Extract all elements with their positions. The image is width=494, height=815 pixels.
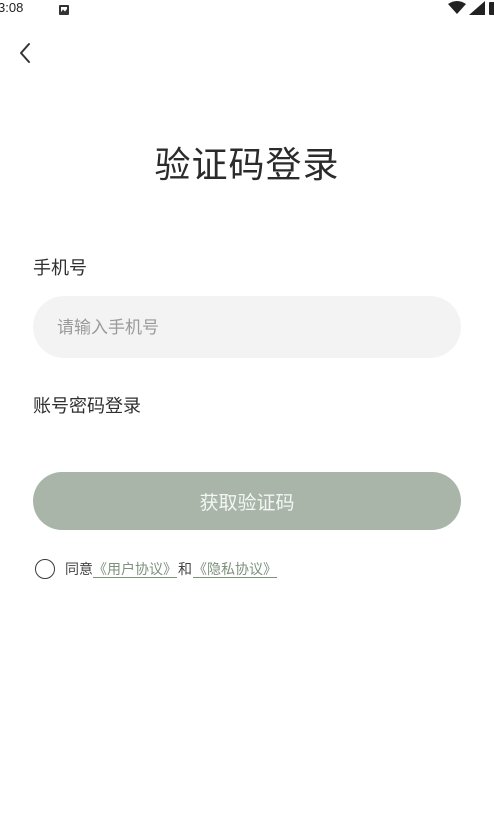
wifi-icon (448, 0, 466, 19)
status-icons (448, 0, 494, 15)
signal-icon (469, 0, 485, 19)
status-time: 3:08 (0, 0, 24, 15)
password-login-link[interactable]: 账号密码登录 (33, 394, 141, 420)
agree-checkbox[interactable] (35, 559, 55, 579)
back-button[interactable] (10, 40, 40, 70)
battery-icon (488, 0, 494, 19)
notification-icon (58, 1, 70, 15)
and-text: 和 (178, 562, 192, 578)
privacy-policy-link[interactable]: 《隐私协议》 (193, 559, 277, 579)
status-bar: 3:08 (0, 0, 494, 20)
phone-input[interactable] (55, 296, 439, 360)
chevron-left-icon (18, 42, 32, 68)
phone-input-container[interactable] (33, 296, 461, 360)
user-agreement-link[interactable]: 《用户协议》 (93, 559, 177, 579)
page-title: 验证码登录 (154, 145, 340, 186)
phone-label: 手机号 (33, 258, 87, 279)
get-code-button[interactable]: 获取验证码 (33, 472, 461, 530)
agreement-row: 同意 《用户协议》 和 《隐私协议》 (35, 557, 277, 581)
agree-text: 同意 (65, 562, 93, 578)
